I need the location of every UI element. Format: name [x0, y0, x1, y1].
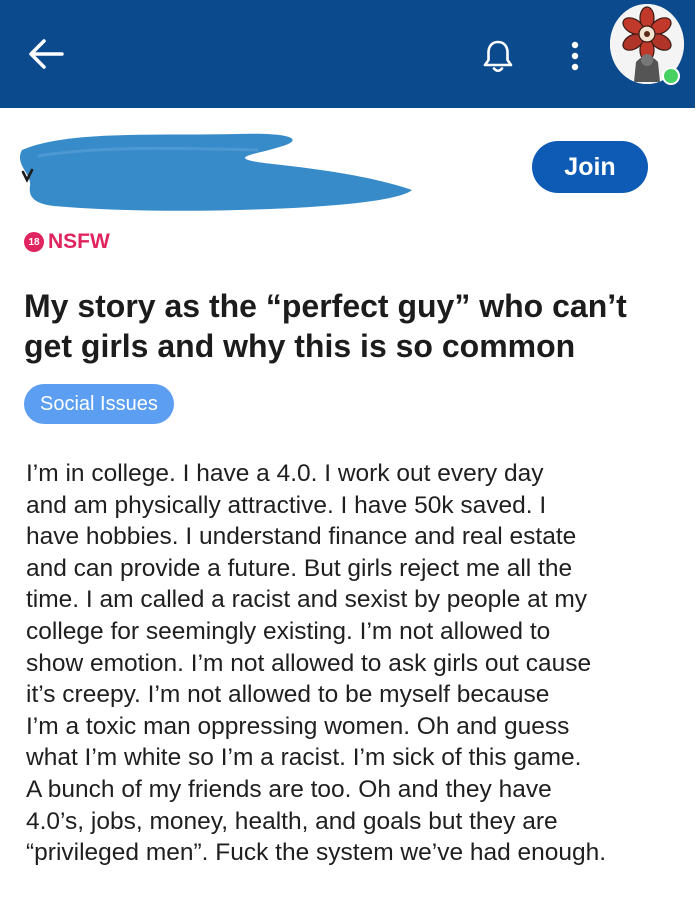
- post-body-line: what I’m white so I’m a racist. I’m sick…: [26, 744, 582, 772]
- post-body: I’m in college. I have a 4.0. I work out…: [26, 458, 686, 869]
- post-body-line: college for seemingly existing. I’m not …: [26, 617, 551, 645]
- post-title-line: My story as the “perfect guy” who can’t: [24, 288, 627, 324]
- post-body-line: 4.0’s, jobs, money, health, and goals bu…: [26, 807, 558, 835]
- post-body-line: A bunch of my friends are too. Oh and th…: [26, 775, 552, 803]
- redacted-community-name: [19, 133, 413, 211]
- post-body-line: have hobbies. I understand finance and r…: [26, 523, 577, 551]
- nsfw-tag: 18 NSFW: [24, 228, 110, 256]
- online-status-dot: [662, 67, 680, 85]
- post-body-line: time. I am called a racist and sexist by…: [26, 586, 588, 614]
- post-flair[interactable]: Social Issues: [24, 384, 174, 424]
- app-header: [0, 0, 695, 108]
- post-body-line: show emotion. I’m not allowed to ask gir…: [26, 649, 592, 677]
- post-title: My story as the “perfect guy” who can’t …: [24, 286, 674, 366]
- post-body-line: it’s creepy. I’m not allowed to be mysel…: [26, 681, 550, 709]
- join-button[interactable]: Join: [532, 141, 648, 193]
- back-arrow-icon[interactable]: [22, 30, 70, 78]
- kebab-menu-icon[interactable]: [560, 36, 590, 76]
- bell-icon[interactable]: [478, 36, 518, 76]
- post-body-line: “privileged men”. Fuck the system we’ve …: [26, 839, 607, 867]
- post-title-line: get girls and why this is so common: [24, 328, 576, 364]
- nsfw-18-icon: 18: [24, 232, 44, 252]
- nsfw-label: NSFW: [48, 230, 110, 253]
- post-body-line: I’m a toxic man oppressing women. Oh and…: [26, 712, 570, 740]
- post-body-line: I’m in college. I have a 4.0. I work out…: [26, 460, 544, 487]
- post-body-line: and can provide a future. But girls reje…: [26, 554, 573, 582]
- post-body-line: and am physically attractive. I have 50k…: [26, 491, 547, 519]
